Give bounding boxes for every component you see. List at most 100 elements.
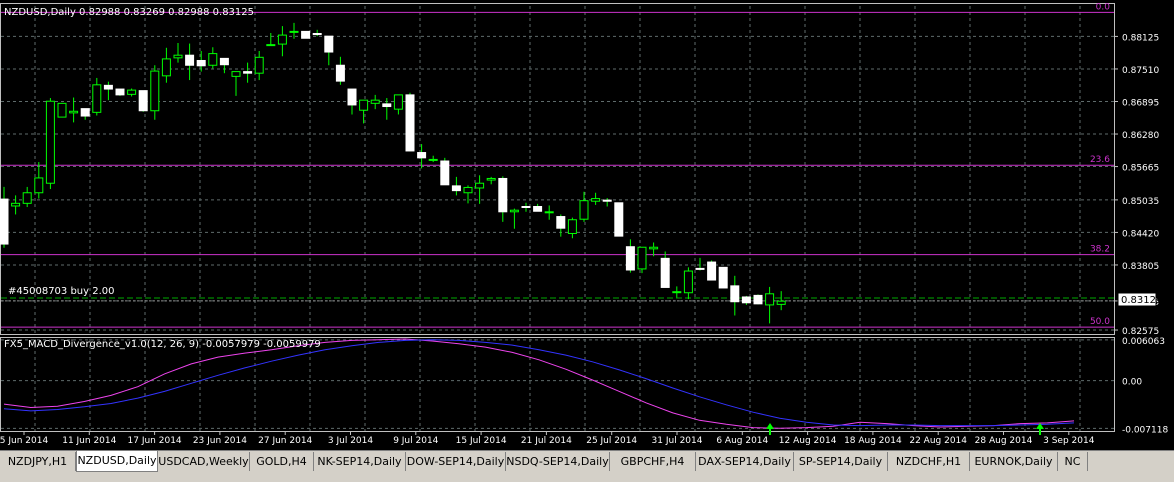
time-tick-label: 17 Jun 2014 [128, 436, 182, 446]
candle-body [301, 30, 311, 39]
candle [695, 257, 705, 271]
candle [301, 30, 311, 39]
candle [405, 92, 415, 152]
fib-label: 50.0 [1090, 317, 1110, 327]
candle [486, 176, 496, 185]
candle [382, 98, 392, 120]
candle-body [498, 177, 508, 213]
candle-body [393, 94, 403, 110]
candle-body [463, 186, 473, 194]
candle-body [718, 266, 728, 289]
candlestick-series [0, 22, 786, 324]
current-price-label: 0.83125 [1121, 295, 1162, 306]
price-axis: 0.88125 0.87510 0.86895 0.86280 0.85665 0.850… [1114, 33, 1168, 435]
candle [625, 239, 635, 273]
price-tick-label: 0.87510 [1122, 66, 1159, 76]
tab-usdcad-weekly[interactable]: USDCAD,Weekly [158, 452, 250, 471]
candle [208, 47, 218, 69]
candle-body [730, 285, 740, 303]
price-tick-label: 0.83805 [1122, 262, 1159, 272]
candle [80, 108, 90, 120]
candle-body [672, 291, 682, 294]
tab-nzdjpy-h1[interactable]: NZDJPY,H1 [0, 452, 76, 471]
tab-gold-h4[interactable]: GOLD,H4 [250, 452, 314, 471]
time-tick-label: 11 Jun 2014 [62, 436, 116, 446]
candle-body [521, 206, 531, 209]
candle [312, 29, 322, 37]
price-tick-label: 0.82575 [1122, 327, 1159, 337]
time-tick-label: 6 Aug 2014 [716, 436, 768, 446]
candle-body [138, 90, 148, 112]
macd-tick-label: 0.00 [1122, 378, 1142, 388]
candle [34, 162, 44, 199]
candle [509, 208, 519, 229]
candle-body [765, 293, 775, 306]
candle [115, 88, 125, 96]
candle [579, 191, 589, 222]
candle [602, 198, 612, 207]
candle [614, 202, 624, 237]
tab-nzdchf-h1[interactable]: NZDCHF,H1 [888, 452, 970, 471]
candle-body [625, 246, 635, 271]
tab-nsdq-sep14-daily[interactable]: NSDQ-SEP14,Daily [506, 452, 610, 471]
candle-body [579, 200, 589, 220]
candle-body [324, 35, 334, 53]
tab-gbpchf-h4[interactable]: GBPCHF,H4 [610, 452, 696, 471]
candle [150, 65, 160, 120]
tab-nzdusd-daily[interactable]: NZDUSD,Daily [76, 451, 158, 472]
macd-indicator [3, 338, 1075, 435]
candle-body [359, 99, 369, 111]
candle-body [660, 257, 670, 288]
candle [498, 176, 508, 222]
time-tick-label: 21 Jul 2014 [521, 436, 572, 446]
time-tick-label: 15 Jul 2014 [456, 436, 507, 446]
price-tick-label: 0.86895 [1122, 98, 1159, 108]
candle [672, 286, 682, 298]
candle-body [475, 182, 485, 189]
candle [463, 185, 473, 204]
candle-body [486, 177, 496, 181]
candle-body [80, 108, 90, 117]
candle-body [637, 246, 647, 270]
chart-canvas[interactable]: 0.023.638.250.0 0.881250.875100.868950.8… [0, 0, 1174, 450]
candle-body [707, 261, 717, 281]
time-tick-label: 18 Aug 2014 [844, 436, 902, 446]
tab-nk-sep14-daily[interactable]: NK-SEP14,Daily [314, 452, 406, 471]
candle-body [289, 30, 299, 33]
tab-sp-sep14-daily[interactable]: SP-SEP14,Daily [794, 452, 888, 471]
candle-body [231, 71, 241, 77]
macd-tick-label: -0.007118 [1122, 425, 1168, 435]
candle-body [266, 44, 276, 47]
tab-nc[interactable]: NC [1058, 452, 1088, 471]
tab-dax-sep14-daily[interactable]: DAX-SEP14,Daily [696, 452, 794, 471]
candle-body [649, 246, 659, 250]
candle-body [22, 192, 32, 204]
price-tick-label: 0.85665 [1122, 164, 1159, 174]
candle [428, 155, 438, 163]
candle [660, 251, 670, 288]
candle-body [45, 100, 55, 184]
candle [243, 62, 253, 83]
candle [231, 71, 241, 96]
fib-label: 38.2 [1090, 245, 1110, 255]
candle-body [405, 94, 415, 152]
time-tick-label: 5 Jun 2014 [0, 436, 48, 446]
tab-dow-sep14-daily[interactable]: DOW-SEP14,Daily [406, 452, 506, 471]
divergence-arrow-icon [766, 423, 774, 435]
indicator-title: FX5_MACD_Divergence_v1.0(12, 26, 9) -0.0… [4, 339, 321, 350]
time-tick-label: 9 Jul 2014 [393, 436, 438, 446]
fib-label: 0.0 [1096, 2, 1111, 12]
tab-eurnok-daily[interactable]: EURNOK,Daily [970, 452, 1058, 471]
candle-body [440, 160, 450, 186]
candle [103, 81, 113, 101]
candle-body [277, 34, 287, 45]
chart-window[interactable]: 0.0 23.6 38.2 50.0 0.88125 0.87510 0.86895 0.8… [0, 0, 1174, 450]
time-tick-label: 25 Jul 2014 [586, 436, 637, 446]
candle-body [591, 198, 601, 202]
candle [11, 195, 21, 215]
candle [0, 186, 9, 248]
candle [219, 57, 229, 74]
candle [707, 260, 717, 281]
candle-body [544, 211, 554, 214]
price-tick-label: 0.84420 [1122, 229, 1159, 239]
